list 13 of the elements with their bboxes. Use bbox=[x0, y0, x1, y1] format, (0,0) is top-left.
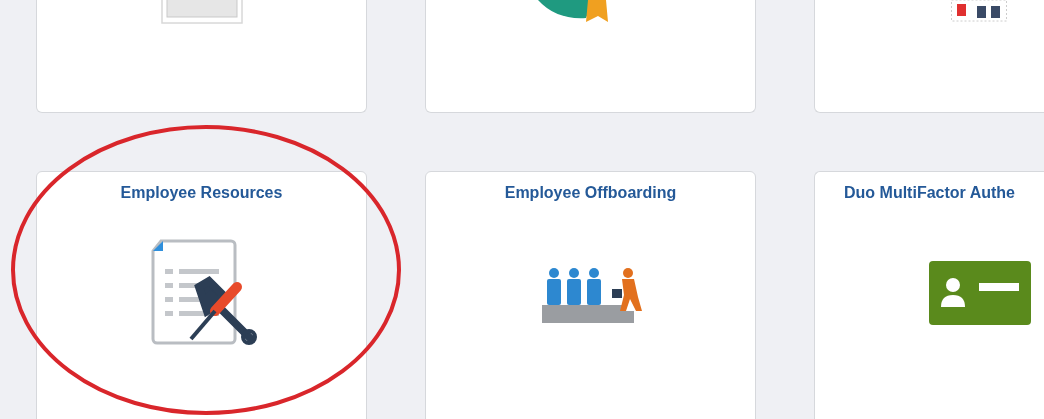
tile-card[interactable]: Duo MultiFactor Authe bbox=[814, 171, 1044, 419]
offboarding-people-icon bbox=[542, 267, 642, 323]
id-card-icon bbox=[929, 261, 1031, 325]
tile-card[interactable] bbox=[425, 0, 756, 113]
form-icon bbox=[161, 0, 243, 24]
tile-card[interactable] bbox=[814, 0, 1044, 113]
tile-title: Employee Resources bbox=[119, 183, 284, 203]
tile-title: Employee Offboarding bbox=[503, 183, 678, 203]
tile-card[interactable]: Employee Resources bbox=[36, 171, 367, 419]
tile-card[interactable] bbox=[36, 0, 367, 113]
grid-icon bbox=[951, 0, 1007, 22]
tile-title: Duo MultiFactor Authe bbox=[843, 183, 1016, 203]
tile-card[interactable]: Employee Offboarding bbox=[425, 171, 756, 419]
